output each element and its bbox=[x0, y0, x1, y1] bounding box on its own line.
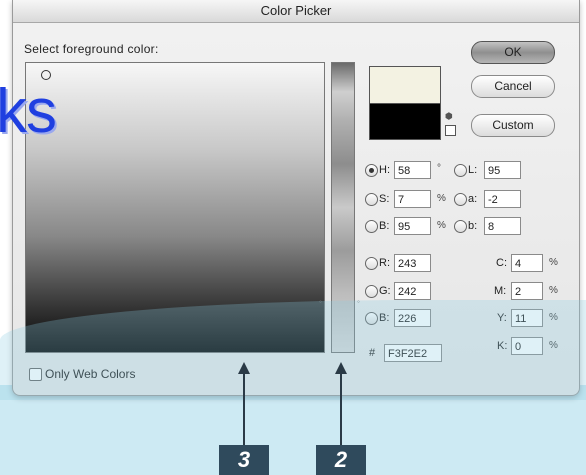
saturation-radio[interactable] bbox=[365, 193, 378, 206]
brightness-label: B: bbox=[379, 220, 390, 232]
blue-radio[interactable] bbox=[365, 312, 378, 325]
background-wash bbox=[0, 385, 586, 475]
hue-unit: ° bbox=[437, 163, 441, 174]
yellow-label: Y: bbox=[497, 312, 507, 324]
window-title: Color Picker bbox=[13, 0, 579, 23]
b-channel-radio[interactable] bbox=[454, 220, 467, 233]
saturation-input[interactable]: 7 bbox=[394, 190, 431, 208]
cyan-input[interactable]: 4 bbox=[511, 254, 543, 272]
cyan-unit: % bbox=[549, 257, 558, 268]
gamut-warning-icon[interactable]: ⬢ bbox=[445, 112, 453, 121]
magenta-input[interactable]: 2 bbox=[511, 282, 543, 300]
callout-3-line bbox=[243, 372, 245, 445]
only-web-colors-checkbox[interactable] bbox=[29, 368, 42, 381]
lightness-input[interactable]: 95 bbox=[484, 161, 521, 179]
blue-input[interactable]: 226 bbox=[394, 309, 431, 327]
hue-radio[interactable] bbox=[365, 164, 378, 177]
red-label: R: bbox=[379, 257, 390, 269]
brightness-input[interactable]: 95 bbox=[394, 217, 431, 235]
current-color-swatch[interactable] bbox=[369, 103, 441, 140]
callout-2-line bbox=[340, 372, 342, 445]
picker-label: Select foreground color: bbox=[24, 42, 159, 56]
hue-slider[interactable] bbox=[331, 62, 355, 353]
slider-right-arrow-icon[interactable]: ◦ bbox=[357, 297, 360, 306]
green-label: G: bbox=[379, 285, 391, 297]
color-field[interactable] bbox=[25, 62, 325, 353]
callout-3-badge: 3 bbox=[219, 445, 269, 475]
saturation-label: S: bbox=[379, 193, 390, 205]
overlay-partial-text: ks bbox=[0, 77, 57, 146]
custom-button[interactable]: Custom bbox=[471, 114, 555, 137]
red-radio[interactable] bbox=[365, 257, 378, 270]
a-channel-radio[interactable] bbox=[454, 193, 467, 206]
black-unit: % bbox=[549, 340, 558, 351]
b-channel-input[interactable]: 8 bbox=[484, 217, 521, 235]
blue-label: B: bbox=[379, 312, 390, 324]
hex-input[interactable]: F3F2E2 bbox=[384, 344, 442, 362]
black-input[interactable]: 0 bbox=[511, 337, 543, 355]
magenta-unit: % bbox=[549, 285, 558, 296]
hue-input[interactable]: 58 bbox=[394, 161, 431, 179]
b-channel-label: b: bbox=[468, 220, 478, 232]
ok-button[interactable]: OK bbox=[471, 41, 555, 64]
saturation-unit: % bbox=[437, 193, 446, 204]
a-channel-label: a: bbox=[468, 193, 478, 205]
red-input[interactable]: 243 bbox=[394, 254, 431, 272]
brightness-unit: % bbox=[437, 220, 446, 231]
only-web-colors-label: Only Web Colors bbox=[45, 367, 136, 381]
lightness-radio[interactable] bbox=[454, 164, 467, 177]
web-safe-swatch-icon[interactable] bbox=[445, 125, 456, 136]
yellow-input[interactable]: 11 bbox=[511, 309, 543, 327]
lightness-label: L: bbox=[468, 164, 478, 176]
green-radio[interactable] bbox=[365, 285, 378, 298]
color-picker-dialog: Color Picker Select foreground color: ◦ … bbox=[12, 0, 580, 396]
callout-2-badge: 2 bbox=[316, 445, 366, 475]
magenta-label: M: bbox=[494, 285, 507, 297]
hue-label: H: bbox=[379, 164, 390, 176]
yellow-unit: % bbox=[549, 312, 558, 323]
cyan-label: C: bbox=[496, 257, 507, 269]
hex-label: # bbox=[369, 347, 376, 359]
new-color-swatch bbox=[369, 66, 441, 103]
cancel-button[interactable]: Cancel bbox=[471, 75, 555, 98]
green-input[interactable]: 242 bbox=[394, 282, 431, 300]
black-label: K: bbox=[497, 340, 508, 352]
a-channel-input[interactable]: -2 bbox=[484, 190, 521, 208]
brightness-radio[interactable] bbox=[365, 220, 378, 233]
slider-left-arrow-icon[interactable]: ◦ bbox=[319, 297, 322, 306]
